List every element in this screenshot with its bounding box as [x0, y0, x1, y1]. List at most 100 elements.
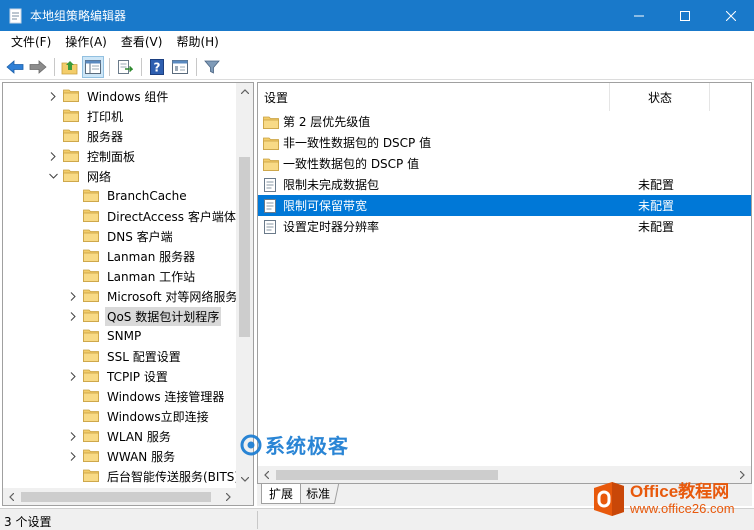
toolbar-separator — [141, 57, 142, 76]
list-row[interactable]: 限制未完成数据包 未配置 — [258, 174, 751, 195]
expand-chevron-icon[interactable] — [67, 306, 79, 326]
back-button[interactable] — [4, 56, 26, 78]
tree-item-label: Microsoft 对等网络服务 — [107, 289, 237, 304]
policy-setting-icon — [263, 177, 279, 192]
tree-item[interactable]: QoS 数据包计划程序 — [67, 306, 222, 326]
tree-item[interactable]: TCPIP 设置 — [67, 366, 170, 386]
expand-chevron-icon[interactable] — [67, 426, 79, 446]
tree-horizontal-scrollbar[interactable] — [3, 488, 237, 505]
tree-item[interactable]: DirectAccess 客户端体验 — [67, 206, 237, 226]
scroll-thumb[interactable] — [239, 157, 250, 337]
column-header-setting[interactable]: 设置 — [258, 83, 610, 111]
folder-icon — [83, 468, 99, 485]
tree-item[interactable]: Lanman 服务器 — [67, 246, 197, 266]
list-row[interactable]: 非一致性数据包的 DSCP 值 — [258, 132, 751, 153]
tree-item[interactable]: WLAN 服务 — [67, 426, 173, 446]
scroll-right-button[interactable] — [220, 488, 237, 505]
scroll-thumb[interactable] — [21, 492, 211, 502]
tree-item-label: 控制面板 — [87, 149, 136, 164]
tree-item[interactable]: Windows 连接管理器 — [67, 386, 226, 406]
watermark-url: www.office26.com — [630, 501, 735, 516]
tree-item-label: Lanman 工作站 — [107, 269, 196, 284]
tree-item[interactable]: Microsoft 对等网络服务 — [67, 286, 237, 306]
menu-file[interactable]: 文件(F) — [4, 31, 58, 53]
title-bar: 本地组策略编辑器 — [0, 0, 754, 31]
setting-name: 设置定时器分辨率 — [283, 220, 380, 234]
close-button[interactable] — [708, 0, 754, 31]
tab-standard[interactable]: 标准 — [298, 484, 340, 504]
scroll-left-button[interactable] — [3, 488, 20, 505]
column-headers: 设置 状态 — [258, 83, 751, 111]
setting-name: 第 2 层优先级值 — [283, 115, 371, 129]
tree-item-label: 服务器 — [87, 129, 124, 144]
tree-item[interactable]: WWAN 服务 — [67, 446, 177, 466]
tree-vertical-scrollbar[interactable] — [236, 83, 253, 488]
menu-help[interactable]: 帮助(H) — [169, 31, 225, 53]
tree-item-label: WLAN 服务 — [107, 429, 171, 444]
tree-item[interactable]: 网络 — [47, 166, 113, 186]
scroll-thumb[interactable] — [276, 470, 498, 480]
folder-icon — [83, 388, 99, 405]
tree-item-label: BranchCache — [107, 189, 187, 203]
menu-action[interactable]: 操作(A) — [58, 31, 114, 53]
tree-item-label: 打印机 — [87, 109, 124, 124]
tree-item[interactable]: SSL 配置设置 — [67, 346, 183, 366]
tree-item-label: QoS 数据包计划程序 — [105, 306, 222, 326]
scroll-up-button[interactable] — [236, 83, 253, 100]
menu-view[interactable]: 查看(V) — [114, 31, 170, 53]
tree-item[interactable]: Windows 组件 — [47, 86, 170, 106]
tree-item[interactable]: 服务器 — [47, 126, 125, 146]
expand-chevron-icon[interactable] — [67, 286, 79, 306]
tree-item[interactable]: Windows立即连接 — [67, 406, 211, 426]
tree-item[interactable]: SNMP — [67, 326, 143, 346]
expand-chevron-icon[interactable] — [47, 146, 59, 166]
folder-icon — [63, 148, 79, 165]
tree-item-label: Windows 连接管理器 — [107, 389, 225, 404]
filter-button[interactable] — [201, 56, 223, 78]
tree-item[interactable]: 打印机 — [47, 106, 125, 126]
forward-button[interactable] — [27, 56, 49, 78]
column-header-state[interactable]: 状态 — [610, 83, 710, 111]
tab-extended-label: 扩展 — [268, 487, 293, 501]
watermark-brand: Office教程网 — [630, 482, 730, 501]
setting-state: 未配置 — [638, 178, 675, 192]
help-button[interactable]: ? — [146, 56, 168, 78]
folder-icon — [83, 268, 99, 285]
scroll-left-button[interactable] — [258, 466, 275, 483]
list-row[interactable]: 设置定时器分辨率 未配置 — [258, 216, 751, 237]
expand-chevron-icon[interactable] — [67, 446, 79, 466]
list-row[interactable]: 限制可保留带宽 未配置 — [258, 195, 751, 216]
folder-icon — [63, 108, 79, 125]
settings-pane: 设置 状态 第 2 层优先级值非一致性数据包的 DSCP 值一致性数据包的 DS… — [257, 82, 752, 484]
tree-item[interactable]: 后台智能传送服务(BITS) — [67, 466, 237, 486]
properties-button[interactable] — [169, 56, 191, 78]
up-folder-button[interactable] — [59, 56, 81, 78]
settings-list: 第 2 层优先级值非一致性数据包的 DSCP 值一致性数据包的 DSCP 值限制… — [258, 111, 751, 237]
export-list-button[interactable] — [114, 56, 136, 78]
tree-item-label: Lanman 服务器 — [107, 249, 196, 264]
tab-extended[interactable]: 扩展 — [261, 484, 301, 504]
maximize-button[interactable] — [662, 0, 708, 31]
minimize-button[interactable] — [616, 0, 662, 31]
collapse-chevron-icon[interactable] — [47, 166, 59, 186]
list-row[interactable]: 第 2 层优先级值 — [258, 111, 751, 132]
up-folder-icon — [61, 60, 78, 74]
tree-item[interactable]: DNS 客户端 — [67, 226, 175, 246]
tree-item[interactable]: Lanman 工作站 — [67, 266, 197, 286]
show-tree-button[interactable] — [82, 55, 104, 78]
column-header-empty[interactable] — [710, 83, 751, 111]
list-row[interactable]: 一致性数据包的 DSCP 值 — [258, 153, 751, 174]
scroll-down-button[interactable] — [236, 471, 253, 488]
expand-chevron-icon[interactable] — [67, 366, 79, 386]
watermark-logo-icon — [240, 434, 262, 455]
tree-item-label: 网络 — [87, 169, 112, 184]
tree-item[interactable]: BranchCache — [67, 186, 189, 206]
expand-chevron-icon[interactable] — [47, 86, 59, 106]
folder-icon — [83, 248, 99, 265]
tree-item[interactable]: 控制面板 — [47, 146, 137, 166]
scroll-right-button[interactable] — [734, 466, 751, 483]
watermark-xitongjike: 系统极客 — [240, 430, 349, 459]
